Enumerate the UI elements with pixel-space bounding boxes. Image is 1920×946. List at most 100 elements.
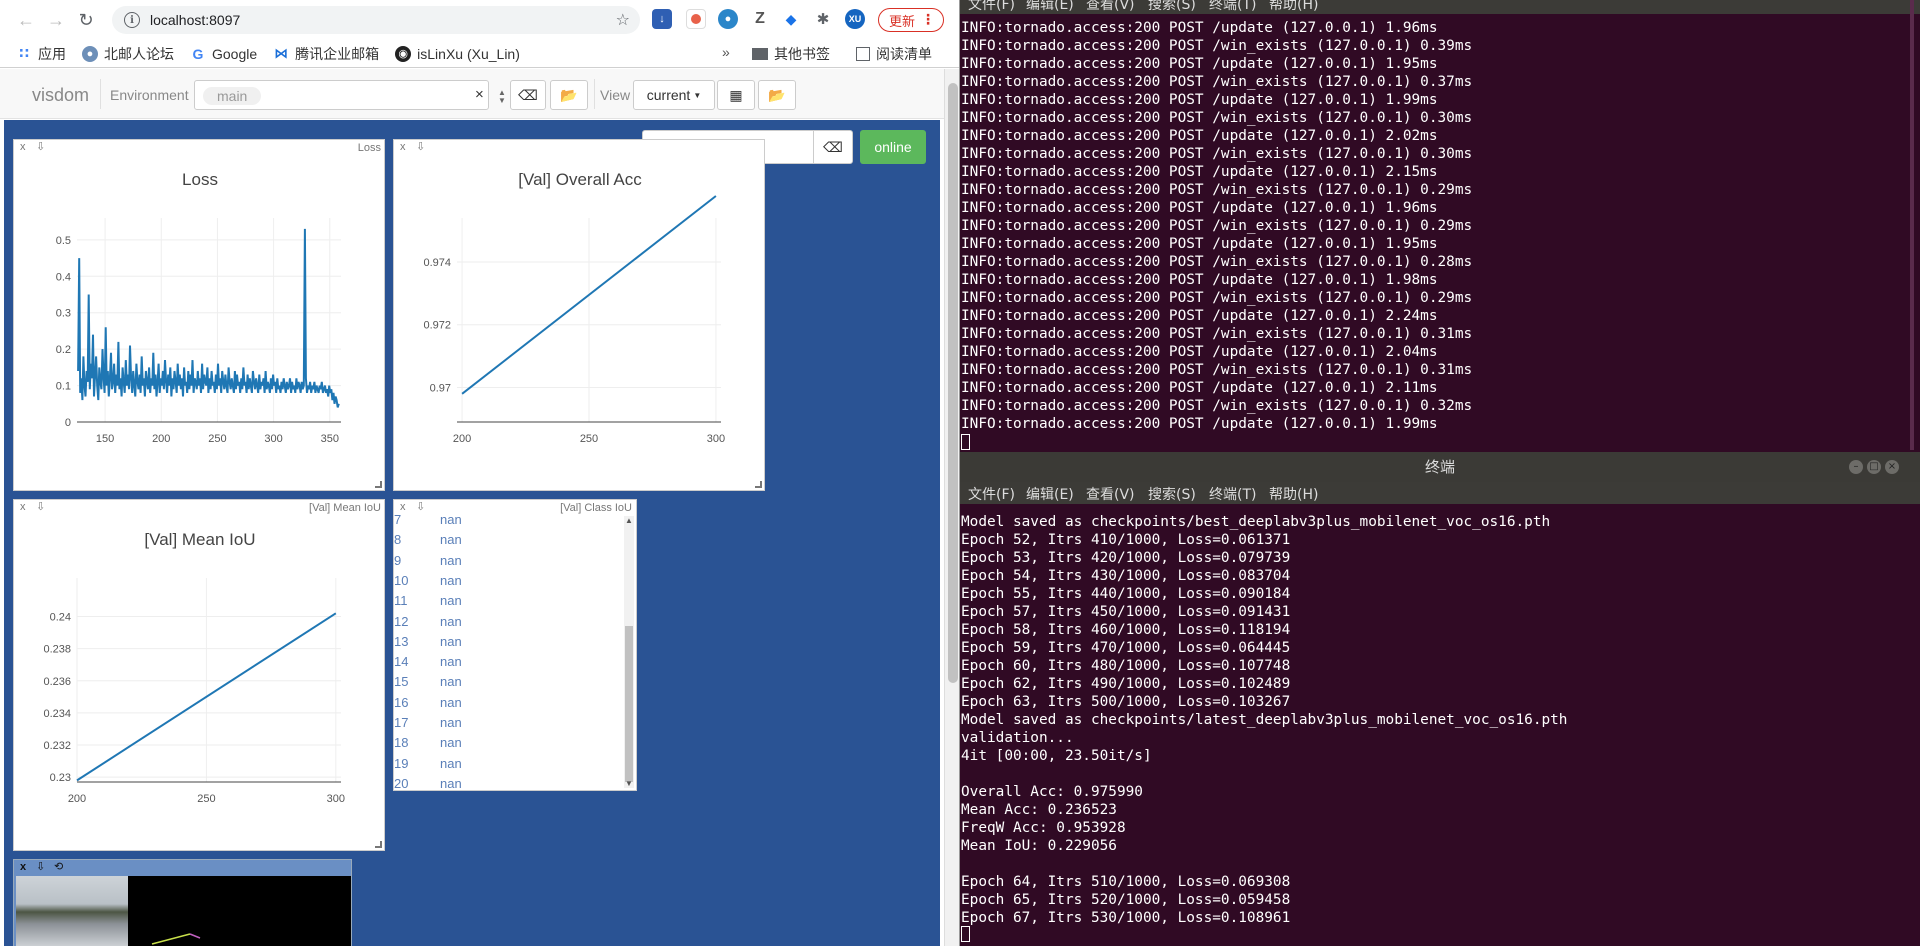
pane-titlebar[interactable]: x ⇩ Loss	[14, 140, 384, 156]
menu-edit[interactable]: 编辑(E)	[1026, 484, 1074, 504]
close-pane-icon[interactable]: x	[400, 141, 406, 153]
terminal-line: validation...	[961, 730, 1074, 746]
grid-layout-icon[interactable]: ▦	[717, 80, 755, 110]
loss-chart: Loss 150 200 250 300 350 0 0.1 0.2 0.3 0.4 0.5	[56, 170, 341, 445]
loss-plot-pane[interactable]: x ⇩ Loss Loss 150 200 250 300 350 0 0.1 0.2 0.3 0.…	[13, 139, 385, 491]
browser-scrollbar[interactable]	[944, 69, 959, 946]
clear-filter-eraser-icon[interactable]: ⌫	[813, 130, 853, 164]
terminal-line: INFO:tornado.access:200 POST /update (12…	[961, 308, 1438, 324]
menu-view[interactable]: 查看(V)	[1086, 0, 1135, 14]
download-icon[interactable]: ⇩	[36, 140, 45, 153]
environment-select[interactable]: main × ▲ ▼	[194, 80, 506, 110]
pane-titlebar[interactable]: x ⇩ [Val] Class IoU	[394, 500, 636, 516]
bookmark-star-icon[interactable]: ☆	[616, 10, 630, 30]
pane-titlebar[interactable]: x ⇩	[394, 140, 764, 156]
download-extension-icon[interactable]: ↓	[652, 9, 672, 29]
download-icon[interactable]: ⇩	[416, 140, 425, 153]
globe-extension-icon[interactable]: ●	[718, 9, 738, 29]
class-iou-value: nan	[440, 775, 462, 791]
terminal-line: Epoch 54, Itrs 430/1000, Loss=0.083704	[961, 568, 1291, 584]
layers-extension-icon[interactable]: ◆	[781, 9, 801, 29]
menu-search[interactable]: 搜索(S)	[1148, 484, 1196, 504]
menu-file[interactable]: 文件(F)	[968, 0, 1015, 14]
reset-icon[interactable]: ⟲	[54, 860, 63, 873]
download-icon[interactable]: ⇩	[36, 500, 45, 513]
terminal-line: INFO:tornado.access:200 POST /win_exists…	[961, 362, 1473, 378]
menu-edit[interactable]: 编辑(E)	[1026, 0, 1074, 14]
environment-tag[interactable]: main	[203, 87, 262, 105]
environment-arrows-icon[interactable]: ▲ ▼	[497, 89, 507, 105]
terminal-bottom[interactable]: 文件(F) 编辑(E) 查看(V) 搜索(S) 终端(T) 帮助(H) Mode…	[960, 482, 1920, 946]
extensions-puzzle-icon[interactable]: ✱	[813, 9, 833, 29]
y-tick-label: 0.974	[423, 257, 451, 269]
resize-handle[interactable]	[375, 841, 382, 848]
other-bookmarks[interactable]: 其他书签	[752, 44, 830, 64]
terminal-line: Epoch 59, Itrs 470/1000, Loss=0.064445	[961, 640, 1291, 656]
download-icon[interactable]: ⇩	[416, 500, 425, 513]
close-pane-icon[interactable]: x	[20, 141, 26, 153]
terminal-line: Epoch 57, Itrs 450/1000, Loss=0.091431	[961, 604, 1291, 620]
terminal-line: INFO:tornado.access:200 POST /update (12…	[961, 380, 1438, 396]
close-pane-icon[interactable]: x	[20, 501, 26, 513]
menu-help[interactable]: 帮助(H)	[1269, 0, 1318, 14]
maximize-icon[interactable]: □	[1867, 460, 1881, 474]
forward-icon[interactable]: →	[42, 6, 70, 34]
eraser-icon[interactable]: ⌫	[510, 80, 546, 110]
bookmark-tencent-mail[interactable]: ⋈ 腾讯企业邮箱	[273, 44, 379, 64]
menu-help[interactable]: 帮助(H)	[1269, 484, 1318, 504]
terminal-line: INFO:tornado.access:200 POST /update (12…	[961, 20, 1438, 36]
environment-label: Environment	[110, 87, 189, 103]
reload-icon[interactable]: ↻	[72, 6, 100, 34]
scroll-down-arrow-icon[interactable]: ▼	[625, 779, 633, 788]
update-button[interactable]: 更新 ⋮	[878, 8, 944, 32]
back-icon[interactable]: ←	[12, 6, 40, 34]
menu-view[interactable]: 查看(V)	[1086, 484, 1135, 504]
menu-file[interactable]: 文件(F)	[968, 484, 1015, 504]
mean-iou-plot-pane[interactable]: x ⇩ [Val] Mean IoU [Val] Mean IoU 200 250 3…	[13, 499, 385, 851]
class-index: 20	[394, 775, 409, 791]
overall-acc-chart: [Val] Overall Acc 200 250 300 0.97 0.972 0.974	[423, 170, 725, 445]
site-info-icon[interactable]: i	[124, 12, 140, 28]
online-status-button[interactable]: online	[860, 130, 926, 164]
menu-search[interactable]: 搜索(S)	[1148, 0, 1196, 14]
profile-avatar[interactable]: XU	[845, 9, 865, 29]
bookmark-byr[interactable]: ● 北邮人论坛	[82, 44, 174, 64]
class-index: 12	[394, 613, 409, 629]
bookmark-apps[interactable]: ∷ 应用	[16, 44, 66, 64]
terminal-top-scrollbar[interactable]	[1910, 0, 1914, 450]
close-pane-icon[interactable]: x	[20, 861, 26, 873]
download-icon[interactable]: ⇩	[36, 860, 45, 873]
clear-environment-icon[interactable]: ×	[475, 86, 484, 103]
terminal-line: INFO:tornado.access:200 POST /win_exists…	[961, 254, 1473, 270]
class-iou-text-pane[interactable]: x ⇩ [Val] Class IoU 7 nan 8 nan 9 nan 10 nan 11 n…	[393, 499, 637, 791]
menu-terminal[interactable]: 终端(T)	[1209, 0, 1256, 14]
scroll-thumb[interactable]	[625, 625, 633, 782]
bookmarks-more-icon[interactable]: »	[722, 44, 730, 60]
terminal-top[interactable]: 文件(F) 编辑(E) 查看(V) 搜索(S) 终端(T) 帮助(H) INFO…	[960, 0, 1920, 452]
pane-titlebar[interactable]: x ⇩ [Val] Mean IoU	[14, 500, 384, 516]
terminal-top-output: INFO:tornado.access:200 POST /update (12…	[961, 19, 1472, 433]
z-extension-icon[interactable]: Z	[750, 9, 770, 29]
view-select[interactable]: current ▼	[633, 80, 715, 110]
overall-acc-plot-pane[interactable]: x ⇩ [Val] Overall Acc 200 250 300 0.97 0.972 0…	[393, 139, 765, 491]
record-extension-icon[interactable]	[686, 9, 706, 29]
menu-terminal[interactable]: 终端(T)	[1209, 484, 1256, 504]
image-pane[interactable]: x ⇩ ⟲	[13, 859, 352, 946]
resize-handle[interactable]	[755, 481, 762, 488]
minimize-icon[interactable]: –	[1849, 460, 1863, 474]
class-iou-value: nan	[440, 654, 462, 670]
scroll-up-arrow-icon[interactable]: ▲	[625, 516, 633, 525]
browser-scroll-thumb[interactable]	[948, 83, 958, 683]
url-input[interactable]: i localhost:8097 ☆	[112, 6, 640, 34]
reading-list[interactable]: 阅读清单	[856, 44, 932, 64]
terminal-bottom-titlebar[interactable]: 终端 – □ ×	[960, 452, 1920, 482]
pane-scrollbar[interactable]: ▲ ▼	[624, 516, 634, 788]
pane-titlebar[interactable]: x ⇩ ⟲	[14, 860, 351, 876]
save-view-folder-icon[interactable]: 📂	[758, 80, 796, 110]
bookmark-google[interactable]: G Google	[190, 46, 258, 62]
folder-open-icon[interactable]: 📂	[550, 80, 588, 110]
visdom-toolbar: visdom Environment main × ▲ ▼ ⌫ 📂 View cu…	[0, 69, 944, 119]
resize-handle[interactable]	[375, 481, 382, 488]
bookmark-github[interactable]: ◉ isLinXu (Xu_Lin)	[395, 45, 520, 62]
close-window-icon[interactable]: ×	[1885, 460, 1899, 474]
